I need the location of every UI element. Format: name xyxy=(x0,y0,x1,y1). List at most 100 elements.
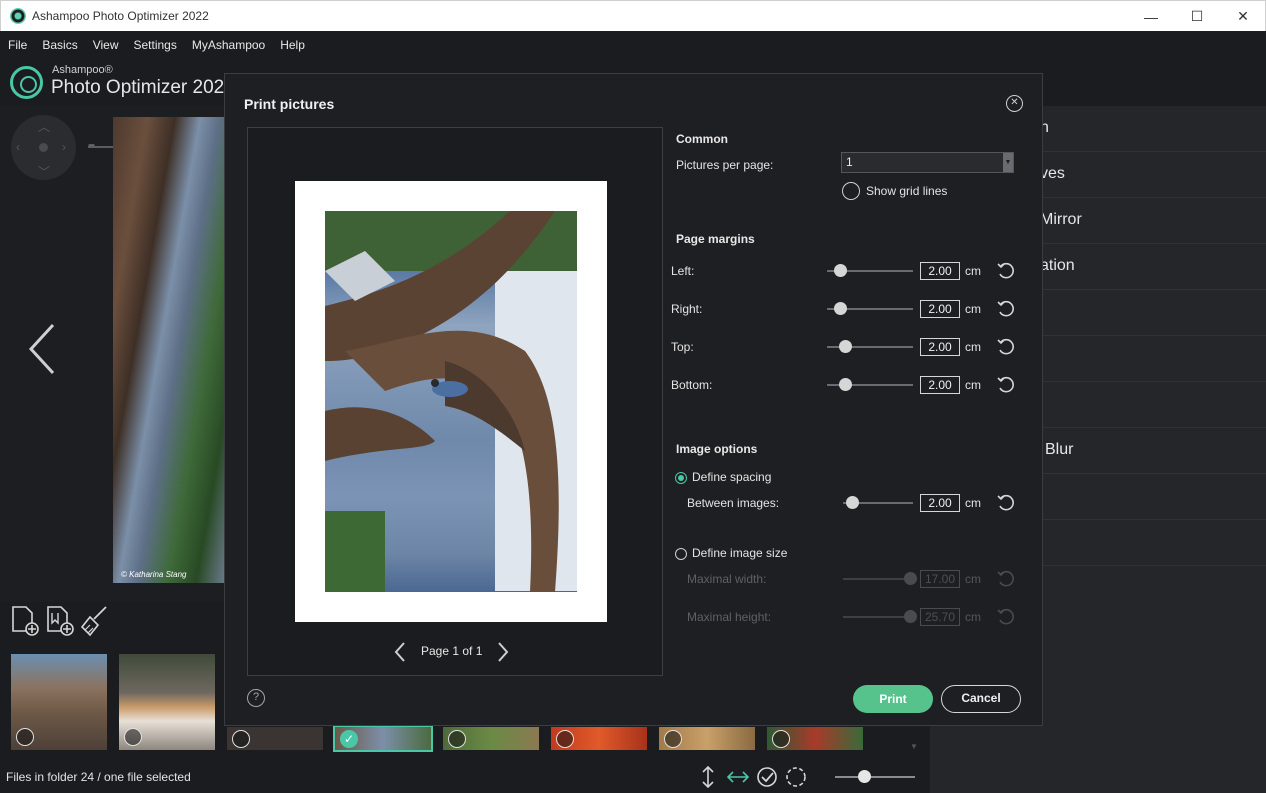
status-bar: Files in folder 24 / one file selected xyxy=(0,760,930,793)
max-height-input[interactable]: 25.70 xyxy=(920,608,960,626)
pan-center-icon[interactable] xyxy=(39,143,48,152)
previous-page-icon[interactable] xyxy=(393,641,407,663)
chevron-down-icon[interactable]: ▼ xyxy=(1003,153,1013,172)
max-height-slider-track[interactable] xyxy=(843,616,913,618)
maximize-button[interactable]: ☐ xyxy=(1174,1,1220,32)
scroll-down-icon[interactable]: ▼ xyxy=(910,742,918,751)
max-height-slider-handle[interactable] xyxy=(904,610,917,623)
between-images-input[interactable]: 2.00 xyxy=(920,494,960,512)
thumbnail-tree-bird[interactable]: ✓ xyxy=(333,725,433,752)
thumbnail-autumn-leaves[interactable] xyxy=(551,727,647,750)
margin-bottom-input[interactable]: 2.00 xyxy=(920,376,960,394)
thumbnail-tree-stone[interactable] xyxy=(227,727,323,750)
margin-top-slider-handle[interactable] xyxy=(839,340,852,353)
add-folder-icon[interactable] xyxy=(45,605,75,637)
margin-bottom-label: Bottom: xyxy=(671,378,713,392)
add-file-icon[interactable] xyxy=(10,605,40,637)
help-icon[interactable]: ? xyxy=(247,689,265,707)
margin-right-slider-handle[interactable] xyxy=(834,302,847,315)
next-page-icon[interactable] xyxy=(496,641,510,663)
max-width-input[interactable]: 17.00 xyxy=(920,570,960,588)
pictures-per-page-label: Pictures per page: xyxy=(676,158,774,172)
thumbnail-select-icon[interactable] xyxy=(232,730,250,748)
thumbnail-size-slider-track[interactable] xyxy=(835,776,915,778)
window-title: Ashampoo Photo Optimizer 2022 xyxy=(32,9,209,23)
margin-top-input[interactable]: 2.00 xyxy=(920,338,960,356)
margin-top-unit: cm xyxy=(965,340,981,354)
pan-down-icon[interactable]: ﹀ xyxy=(38,163,50,180)
minimize-button[interactable]: — xyxy=(1128,1,1174,32)
show-grid-lines-toggle[interactable] xyxy=(842,182,860,200)
preview-page xyxy=(295,181,607,622)
photo-credit: © Katharina Stang xyxy=(121,570,187,579)
thumbnail-field[interactable] xyxy=(443,727,539,750)
reset-margin-top-icon[interactable] xyxy=(996,337,1016,357)
close-window-button[interactable]: ✕ xyxy=(1220,1,1266,32)
sort-horizontal-icon[interactable] xyxy=(726,765,750,789)
max-height-label: Maximal height: xyxy=(687,610,772,624)
menu-settings[interactable]: Settings xyxy=(133,38,176,52)
pictures-per-page-select[interactable]: 1 ▼ xyxy=(841,152,1014,173)
status-text: Files in folder 24 / one file selected xyxy=(6,770,191,784)
preview-photo xyxy=(325,211,577,592)
reset-max-height-icon[interactable] xyxy=(996,607,1016,627)
page-margins-heading: Page margins xyxy=(676,232,755,246)
thumbnail-cat[interactable] xyxy=(119,654,215,750)
thumbnail-select-icon[interactable] xyxy=(556,730,574,748)
margin-left-slider-handle[interactable] xyxy=(834,264,847,277)
reset-margin-bottom-icon[interactable] xyxy=(996,375,1016,395)
cancel-button[interactable]: Cancel xyxy=(941,685,1021,713)
thumbnail-temple[interactable] xyxy=(11,654,107,750)
tool-label: ves xyxy=(1040,165,1065,182)
thumbnail-select-icon[interactable] xyxy=(448,730,466,748)
select-all-icon[interactable] xyxy=(755,765,779,789)
max-height-unit: cm xyxy=(965,610,981,624)
sort-vertical-icon[interactable] xyxy=(696,765,720,789)
pictures-per-page-value: 1 xyxy=(846,155,853,169)
thumbnail-select-icon[interactable] xyxy=(772,730,790,748)
print-button[interactable]: Print xyxy=(853,685,933,713)
reset-margin-left-icon[interactable] xyxy=(996,261,1016,281)
deselect-all-icon[interactable] xyxy=(784,765,808,789)
margin-left-input[interactable]: 2.00 xyxy=(920,262,960,280)
max-width-slider-handle[interactable] xyxy=(904,572,917,585)
reset-max-width-icon[interactable] xyxy=(996,569,1016,589)
ashampoo-logo-icon xyxy=(10,66,43,99)
previous-image-icon[interactable] xyxy=(25,321,59,377)
thumbnail-select-icon[interactable] xyxy=(16,728,34,746)
menu-basics[interactable]: Basics xyxy=(42,38,77,52)
clear-brush-icon[interactable] xyxy=(80,605,110,637)
pan-navigator[interactable]: ︿ ﹀ ‹ › xyxy=(11,115,76,180)
between-images-slider-handle[interactable] xyxy=(846,496,859,509)
dialog-title: Print pictures xyxy=(244,96,335,112)
margin-right-input[interactable]: 2.00 xyxy=(920,300,960,318)
brand-product: Photo Optimizer 2022 xyxy=(51,77,235,98)
zoom-out-icon[interactable]: − xyxy=(88,138,95,152)
between-images-unit: cm xyxy=(965,496,981,510)
thumbnail-stones[interactable] xyxy=(659,727,755,750)
define-spacing-radio[interactable] xyxy=(675,472,687,484)
margin-left-unit: cm xyxy=(965,264,981,278)
menu-file[interactable]: File xyxy=(8,38,27,52)
max-width-slider-track[interactable] xyxy=(843,578,913,580)
menu-view[interactable]: View xyxy=(93,38,119,52)
checkmark-icon[interactable]: ✓ xyxy=(340,730,358,748)
pan-right-icon[interactable]: › xyxy=(62,140,66,154)
between-images-label: Between images: xyxy=(687,496,780,510)
close-dialog-icon[interactable]: ✕ xyxy=(1006,95,1023,112)
thumbnail-select-icon[interactable] xyxy=(124,728,142,746)
thumbnail-select-icon[interactable] xyxy=(664,730,682,748)
thumbnail-size-slider-handle[interactable] xyxy=(858,770,871,783)
margin-bottom-slider-handle[interactable] xyxy=(839,378,852,391)
thumbnail-plant[interactable] xyxy=(767,727,863,750)
tool-label: ation xyxy=(1040,257,1075,274)
pan-up-icon[interactable]: ︿ xyxy=(38,118,50,135)
reset-margin-right-icon[interactable] xyxy=(996,299,1016,319)
common-heading: Common xyxy=(676,132,728,146)
reset-spacing-icon[interactable] xyxy=(996,493,1016,513)
menu-myashampoo[interactable]: MyAshampoo xyxy=(192,38,265,52)
margin-right-unit: cm xyxy=(965,302,981,316)
menu-help[interactable]: Help xyxy=(280,38,305,52)
pan-left-icon[interactable]: ‹ xyxy=(16,140,20,154)
define-image-size-radio[interactable] xyxy=(675,548,687,560)
